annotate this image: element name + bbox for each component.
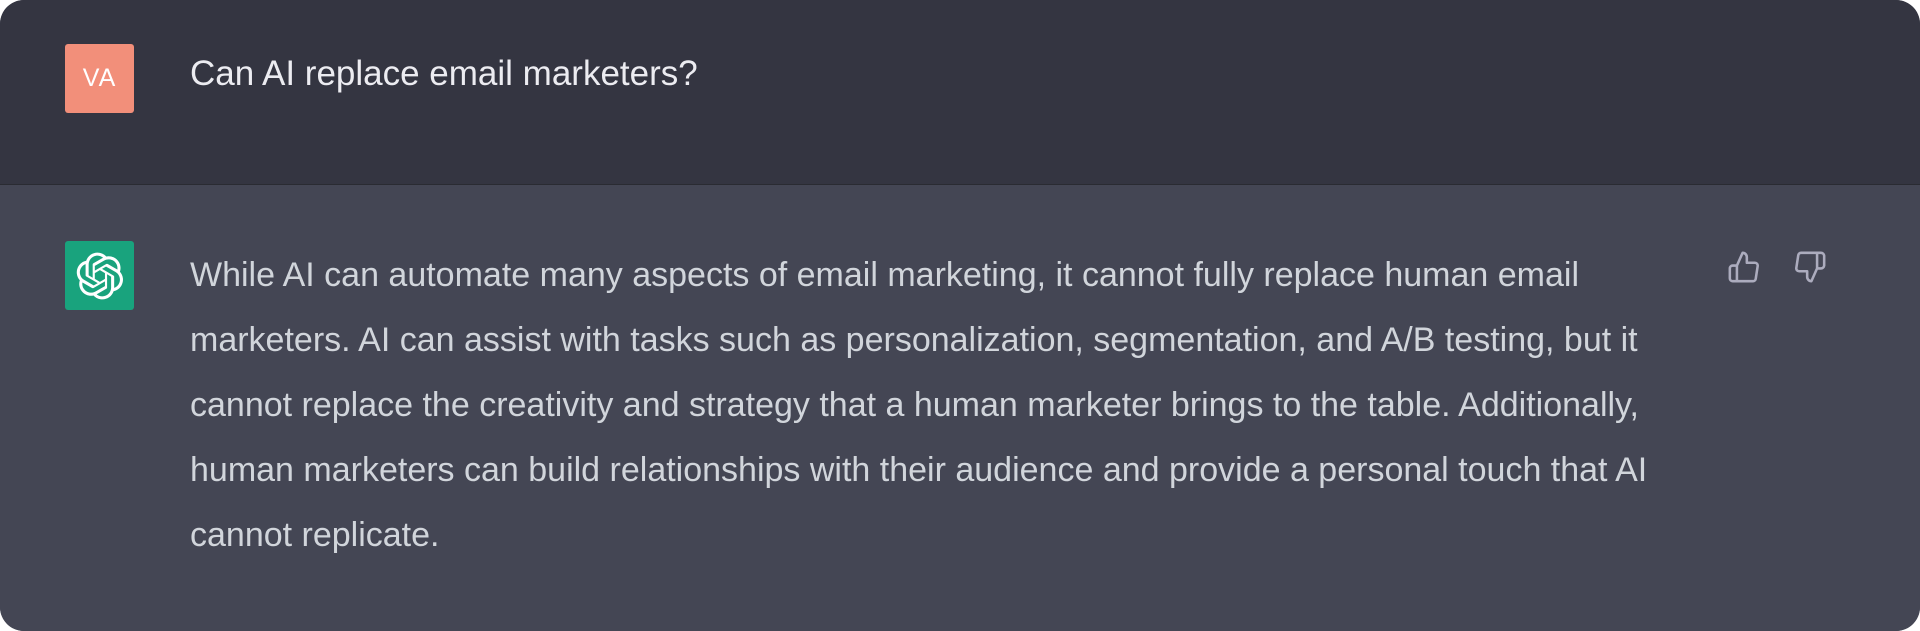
user-message-row: VA Can AI replace email marketers? — [0, 0, 1920, 185]
thumbs-down-icon — [1795, 251, 1826, 283]
chat-window: VA Can AI replace email marketers? While… — [0, 0, 1920, 631]
thumbs-up-button[interactable] — [1724, 247, 1764, 287]
assistant-message-paragraph: While AI can automate many aspects of em… — [190, 256, 1648, 554]
user-avatar: VA — [65, 44, 134, 113]
user-message-text: Can AI replace email marketers? — [190, 54, 698, 93]
assistant-message-text: While AI can automate many aspects of em… — [190, 243, 1710, 568]
assistant-avatar — [65, 241, 134, 310]
assistant-message-row: While AI can automate many aspects of em… — [0, 185, 1920, 631]
user-avatar-initials: VA — [82, 64, 117, 92]
openai-logo-icon — [76, 252, 123, 299]
thumbs-down-button[interactable] — [1790, 247, 1830, 287]
thumbs-up-icon — [1728, 251, 1759, 283]
